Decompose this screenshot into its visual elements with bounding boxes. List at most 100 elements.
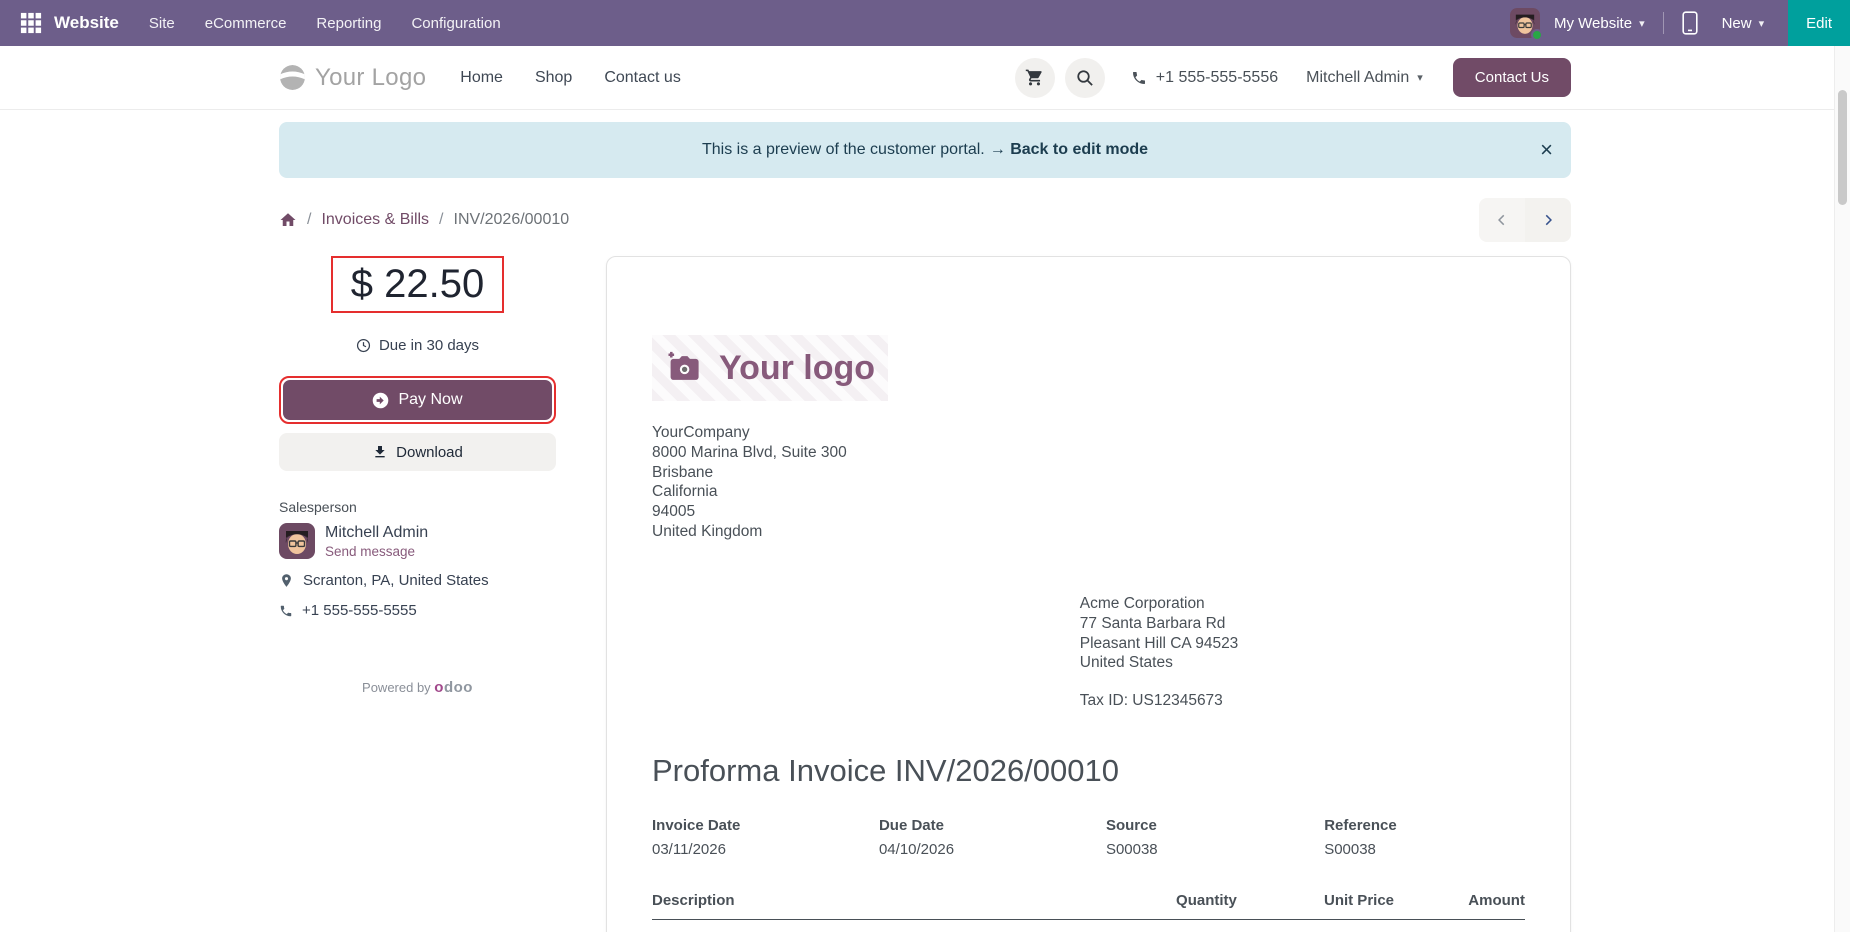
invoice-sidebar: $ 22.50 Due in 30 days Pay Now Download … [279, 256, 556, 696]
navbar-phone-number: +1 555-555-5556 [1155, 68, 1279, 86]
chevron-down-icon: ▾ [1417, 72, 1423, 84]
chevron-right-icon [1545, 214, 1552, 226]
topbar-divider [1662, 12, 1664, 34]
menu-reporting[interactable]: Reporting [316, 15, 381, 32]
salesperson-name: Mitchell Admin [325, 523, 429, 541]
customer-address: Acme Corporation 77 Santa Barbara Rd Ple… [1080, 594, 1525, 711]
chevron-down-icon: ▾ [1639, 17, 1645, 30]
breadcrumb-separator: / [307, 211, 312, 228]
mobile-preview-icon[interactable] [1681, 11, 1698, 35]
pay-now-highlight: Pay Now [279, 376, 556, 424]
cart-button[interactable] [1014, 57, 1055, 98]
edit-button[interactable]: Edit [1788, 0, 1850, 46]
home-icon[interactable] [279, 211, 297, 229]
company-city: Brisbane [652, 463, 714, 481]
arrow-right-icon: → [989, 141, 1006, 158]
online-status-dot [1530, 29, 1543, 41]
header-unit-price: Unit Price [1323, 892, 1395, 910]
menu-site[interactable]: Site [149, 15, 175, 32]
apps-grid-icon[interactable] [20, 12, 42, 34]
invoice-date-value: 03/11/2026 [652, 841, 726, 859]
header-description: Description [652, 892, 735, 910]
header-amount: Amount [1468, 892, 1525, 910]
new-content-dropdown[interactable]: New ▾ [1722, 15, 1765, 32]
due-date-text: Due in 30 days [378, 337, 480, 354]
invoice-document: Your logo YourCompany 8000 Marina Blvd, … [606, 256, 1571, 932]
reference-value: S00038 [1324, 841, 1376, 859]
menu-configuration[interactable]: Configuration [411, 15, 500, 32]
customer-country: United States [1079, 654, 1173, 672]
clock-icon [356, 338, 371, 353]
source-label: Source [1105, 817, 1157, 835]
back-to-edit-link[interactable]: → Back to edit mode [990, 141, 1148, 159]
nav-link-contact-us[interactable]: Contact us [604, 69, 680, 87]
reference-label: Reference [1324, 817, 1397, 835]
pay-now-button[interactable]: Pay Now [283, 380, 552, 420]
site-logo[interactable]: Your Logo [279, 64, 426, 92]
phone-icon [1132, 71, 1145, 84]
odoo-logo-rest: doo [443, 679, 473, 696]
company-street: 8000 Marina Blvd, Suite 300 [652, 443, 847, 461]
source-value: S00038 [1105, 841, 1158, 859]
search-button[interactable] [1064, 57, 1105, 98]
prev-document-button[interactable] [1479, 198, 1525, 242]
nav-link-home[interactable]: Home [460, 69, 503, 87]
odoo-logo[interactable]: odoo [434, 679, 473, 696]
company-zip: 94005 [652, 503, 696, 521]
logo-sphere-icon [280, 65, 305, 90]
close-icon[interactable]: × [1540, 139, 1553, 161]
customer-name: Acme Corporation [1079, 594, 1205, 612]
phone-icon [280, 605, 292, 616]
user-avatar[interactable] [1509, 8, 1543, 41]
send-message-link[interactable]: Send message [325, 544, 428, 559]
company-name: YourCompany [652, 424, 750, 441]
site-logo-text: Your Logo [315, 63, 427, 91]
invoice-title: Proforma Invoice INV/2026/00010 [652, 753, 1119, 789]
invoice-line-table: Description Quantity Unit Price Amount [… [652, 892, 1525, 932]
user-account-dropdown[interactable]: Mitchell Admin ▾ [1306, 69, 1423, 87]
invoice-meta: Invoice Date 03/11/2026 Due Date 04/10/202… [652, 817, 1525, 858]
company-state: California [652, 483, 718, 501]
invoice-logo-text: Your logo [718, 348, 876, 387]
cart-icon [1026, 69, 1042, 86]
download-label: Download [396, 443, 463, 461]
invoice-date-label: Invoice Date [652, 817, 741, 835]
portal-preview-banner: This is a preview of the customer portal… [279, 122, 1571, 178]
camera-icon [668, 351, 699, 380]
scrollbar-thumb[interactable] [1838, 90, 1847, 205]
powered-by-label: Powered by [362, 680, 435, 695]
new-content-label: New [1721, 14, 1752, 32]
table-row: [FURN_8900] Drawer Black 1.00 22.50 $ 22… [652, 920, 1525, 932]
contact-us-button[interactable]: Contact Us [1452, 58, 1571, 97]
customer-street: 77 Santa Barbara Rd [1079, 614, 1226, 632]
navbar-phone[interactable]: +1 555-555-5556 [1131, 69, 1278, 87]
amount-due: $ 22.50 [330, 256, 505, 313]
salesperson-location: Scranton, PA, United States [303, 572, 489, 589]
user-account-name: Mitchell Admin [1306, 68, 1410, 86]
download-button[interactable]: Download [279, 433, 556, 471]
admin-topbar: Website Site eCommerce Reporting Configu… [0, 0, 1850, 46]
salesperson-label: Salesperson [279, 499, 357, 515]
banner-text: This is a preview of the customer portal… [701, 141, 985, 158]
app-name[interactable]: Website [54, 13, 119, 33]
breadcrumb-invoices-link[interactable]: Invoices & Bills [321, 211, 429, 229]
website-switcher[interactable]: My Website ▾ [1554, 15, 1645, 32]
download-icon [375, 446, 385, 458]
nav-link-shop[interactable]: Shop [535, 69, 572, 87]
header-quantity: Quantity [1176, 892, 1237, 910]
website-switcher-label: My Website [1553, 14, 1633, 32]
company-address: YourCompany 8000 Marina Blvd, Suite 300 … [652, 423, 1525, 542]
table-header-row: Description Quantity Unit Price Amount [652, 892, 1525, 921]
breadcrumb-separator: / [439, 211, 444, 228]
page-scrollbar [1834, 46, 1850, 932]
customer-tax-id: Tax ID: US12345673 [1079, 692, 1223, 710]
document-pager [1479, 198, 1571, 242]
company-country: United Kingdom [652, 523, 763, 541]
next-document-button[interactable] [1525, 198, 1571, 242]
customer-city: Pleasant Hill CA 94523 [1079, 634, 1239, 652]
invoice-logo-placeholder: Your logo [652, 335, 888, 401]
chevron-left-icon [1498, 214, 1505, 226]
menu-ecommerce[interactable]: eCommerce [205, 15, 287, 32]
salesperson-phone[interactable]: +1 555-555-5555 [302, 602, 417, 619]
search-icon [1077, 69, 1093, 86]
